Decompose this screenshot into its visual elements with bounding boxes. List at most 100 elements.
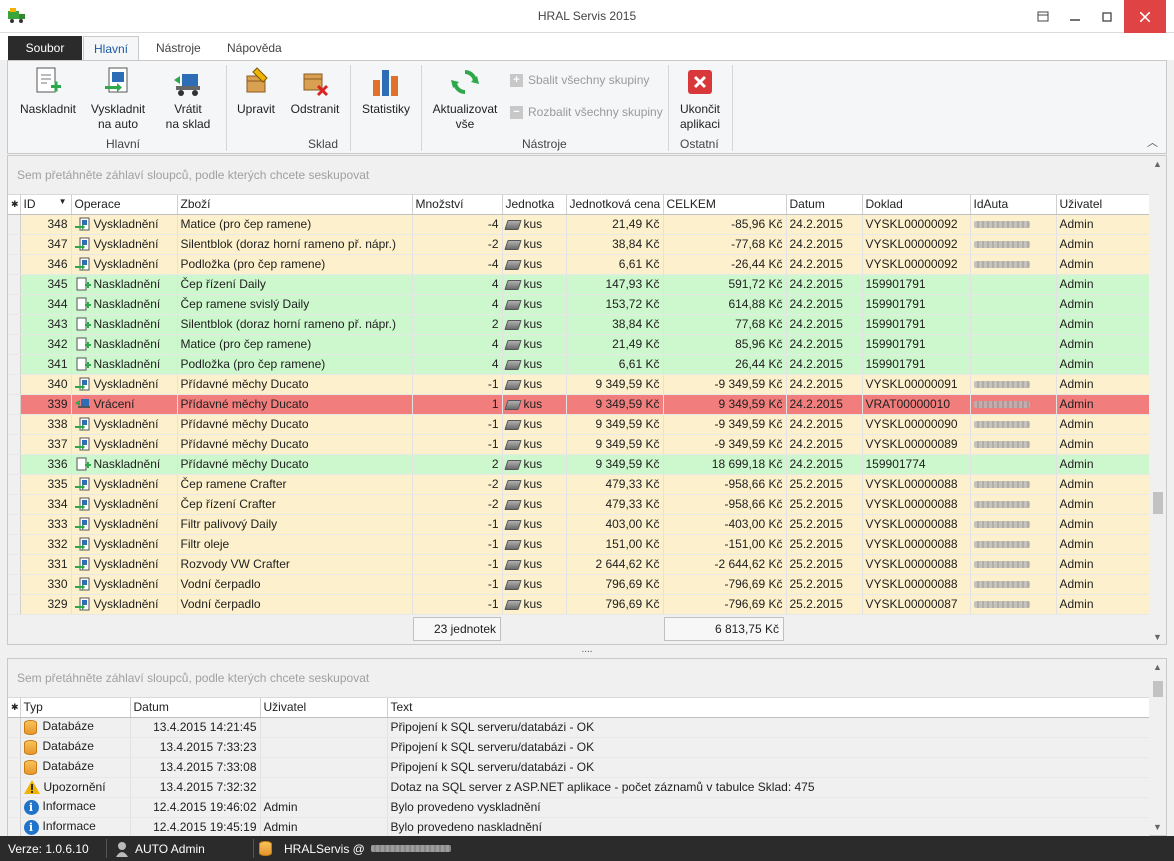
row-indicator[interactable]: [8, 817, 21, 838]
row-indicator[interactable]: [8, 354, 21, 375]
column-header-unit[interactable]: Jednotka: [502, 195, 567, 215]
table-row[interactable]: 333 Vyskladnění Filtr palivový Daily -1 kus 4…: [8, 514, 1150, 535]
column-header-item[interactable]: Zboží: [177, 195, 413, 215]
log-row[interactable]: Databáze 13.4.2015 7:33:23 Připojení k SQL…: [8, 737, 1150, 758]
row-indicator[interactable]: [8, 414, 21, 435]
row-indicator[interactable]: [8, 474, 21, 495]
row-indicator[interactable]: [8, 554, 21, 575]
row-indicator[interactable]: [8, 254, 21, 275]
table-row[interactable]: 337 Vyskladnění Přídavné měchy Ducato -1 kus…: [8, 434, 1150, 455]
log-column-user[interactable]: Uživatel: [260, 698, 388, 718]
column-header-unit-price[interactable]: Jednotková cena: [566, 195, 664, 215]
log-row[interactable]: Databáze 13.4.2015 7:33:08 Připojení k SQL…: [8, 757, 1150, 778]
delete-button[interactable]: Odstranit: [288, 65, 342, 117]
cell-total: -151,00 Kč: [663, 534, 787, 555]
cell-operation: Vyskladnění: [71, 434, 178, 455]
column-header-operation[interactable]: Operace: [71, 195, 178, 215]
log-cell-user: Admin: [260, 817, 388, 838]
column-header-date[interactable]: Datum: [786, 195, 863, 215]
row-indicator[interactable]: [8, 294, 21, 315]
table-row[interactable]: 345 Naskladnění Čep řízení Daily 4 kus 147,93…: [8, 274, 1150, 295]
edit-button[interactable]: Upravit: [233, 65, 279, 117]
row-indicator[interactable]: [8, 394, 21, 415]
log-row[interactable]: i Informace 12.4.2015 19:45:19 Admin Bylo pr…: [8, 817, 1150, 838]
row-indicator[interactable]: [8, 777, 21, 798]
row-indicator[interactable]: [8, 214, 21, 235]
scroll-thumb[interactable]: [1153, 492, 1163, 514]
log-group-by-hint[interactable]: Sem přetáhněte záhlaví sloupců, podle kt…: [8, 659, 1166, 698]
column-header-car-id[interactable]: IdAuta: [970, 195, 1057, 215]
table-row[interactable]: 346 Vyskladnění Podložka (pro čep ramene) -…: [8, 254, 1150, 275]
row-indicator[interactable]: [8, 494, 21, 515]
table-row[interactable]: 334 Vyskladnění Čep řízení Crafter -2 kus 479…: [8, 494, 1150, 515]
tab-help[interactable]: Nápověda: [217, 36, 292, 60]
exit-app-button[interactable]: Ukončit aplikaci: [674, 65, 726, 132]
ribbon-collapse-icon[interactable]: ︿: [1147, 134, 1158, 150]
row-indicator[interactable]: [8, 314, 21, 335]
table-row[interactable]: 343 Naskladnění Silentblok (doraz horní ra…: [8, 314, 1150, 335]
table-row[interactable]: 329 Vyskladnění Vodní čerpadlo -1 kus 796,69 …: [8, 594, 1150, 615]
expand-groups-button[interactable]: − Rozbalit všechny skupiny: [510, 105, 663, 119]
restore-icon-button[interactable]: [1027, 0, 1059, 33]
row-indicator[interactable]: [8, 334, 21, 355]
table-row[interactable]: 330 Vyskladnění Vodní čerpadlo -1 kus 796,69 …: [8, 574, 1150, 595]
log-row[interactable]: Upozornění 13.4.2015 7:32:32 Dotaz na SQL …: [8, 777, 1150, 798]
table-row[interactable]: 344 Naskladnění Čep ramene svislý Daily 4 ku…: [8, 294, 1150, 315]
column-header-quantity[interactable]: Množství: [412, 195, 503, 215]
stock-out-to-car-button[interactable]: Vyskladnit na auto: [88, 65, 148, 132]
refresh-all-button[interactable]: Aktualizovat vše: [430, 65, 500, 132]
row-indicator[interactable]: [8, 737, 21, 758]
table-row[interactable]: 335 Vyskladnění Čep ramene Crafter -2 kus 479…: [8, 474, 1150, 495]
maximize-button[interactable]: [1091, 0, 1123, 33]
table-row[interactable]: 332 Vyskladnění Filtr oleje -1 kus 151,00 Kč -…: [8, 534, 1150, 555]
scroll-down-icon[interactable]: ▼: [1149, 632, 1166, 642]
tab-tools[interactable]: Nástroje: [146, 36, 211, 60]
stock-in-button[interactable]: Naskladnit: [18, 65, 78, 117]
scroll-up-icon[interactable]: ▲: [1149, 159, 1166, 169]
row-indicator[interactable]: [8, 374, 21, 395]
log-column-type[interactable]: Typ: [20, 698, 131, 718]
grid-vertical-scrollbar[interactable]: ▲ ▼: [1149, 156, 1166, 644]
row-indicator[interactable]: [8, 757, 21, 778]
log-row[interactable]: i Informace 12.4.2015 19:46:02 Admin Bylo pr…: [8, 797, 1150, 818]
table-row[interactable]: 347 Vyskladnění Silentblok (doraz horní ra…: [8, 234, 1150, 255]
scroll-down-icon[interactable]: ▼: [1149, 822, 1166, 832]
close-button[interactable]: [1124, 0, 1166, 33]
table-row[interactable]: 341 Naskladnění Podložka (pro čep ramene) 4…: [8, 354, 1150, 375]
table-row[interactable]: 348 Vyskladnění Matice (pro čep ramene) -4 k…: [8, 214, 1150, 235]
row-indicator[interactable]: [8, 574, 21, 595]
log-row[interactable]: Databáze 13.4.2015 14:21:45 Připojení k SQ…: [8, 717, 1150, 738]
table-row[interactable]: 338 Vyskladnění Přídavné měchy Ducato -1 kus…: [8, 414, 1150, 435]
tab-main[interactable]: Hlavní: [83, 36, 140, 60]
row-indicator[interactable]: [8, 274, 21, 295]
collapse-groups-button[interactable]: + Sbalit všechny skupiny: [510, 73, 649, 87]
row-indicator[interactable]: [8, 234, 21, 255]
table-row[interactable]: 340 Vyskladnění Přídavné měchy Ducato -1 kus…: [8, 374, 1150, 395]
statistics-button[interactable]: Statistiky: [360, 65, 412, 117]
column-header-document[interactable]: Doklad: [862, 195, 971, 215]
tab-file[interactable]: Soubor: [8, 36, 82, 60]
table-row[interactable]: 331 Vyskladnění Rozvody VW Crafter -1 kus 2 6…: [8, 554, 1150, 575]
log-column-date[interactable]: Datum: [130, 698, 261, 718]
group-by-hint[interactable]: Sem přetáhněte záhlaví sloupců, podle kt…: [8, 156, 1166, 195]
column-header-total[interactable]: CELKEM: [663, 195, 787, 215]
column-header-id[interactable]: ID ▼: [20, 195, 72, 215]
row-indicator[interactable]: [8, 434, 21, 455]
table-row[interactable]: 339 Vrácení Přídavné měchy Ducato 1 kus 9 349…: [8, 394, 1150, 415]
minimize-button[interactable]: [1059, 0, 1091, 33]
scroll-thumb[interactable]: [1153, 681, 1163, 697]
log-vertical-scrollbar[interactable]: ▲ ▼: [1149, 659, 1166, 835]
row-indicator[interactable]: [8, 797, 21, 818]
column-header-user[interactable]: Uživatel: [1056, 195, 1150, 215]
scroll-up-icon[interactable]: ▲: [1149, 662, 1166, 672]
log-column-text[interactable]: Text: [387, 698, 1150, 718]
row-indicator[interactable]: [8, 514, 21, 535]
row-indicator[interactable]: [8, 534, 21, 555]
panel-splitter[interactable]: ....: [0, 645, 1174, 657]
table-row[interactable]: 336 Naskladnění Přídavné měchy Ducato 2 kus 9…: [8, 454, 1150, 475]
row-indicator[interactable]: [8, 454, 21, 475]
table-row[interactable]: 342 Naskladnění Matice (pro čep ramene) 4 ku…: [8, 334, 1150, 355]
return-to-stock-button[interactable]: Vrátit na sklad: [163, 65, 213, 132]
row-indicator[interactable]: [8, 717, 21, 738]
row-indicator[interactable]: [8, 594, 21, 615]
